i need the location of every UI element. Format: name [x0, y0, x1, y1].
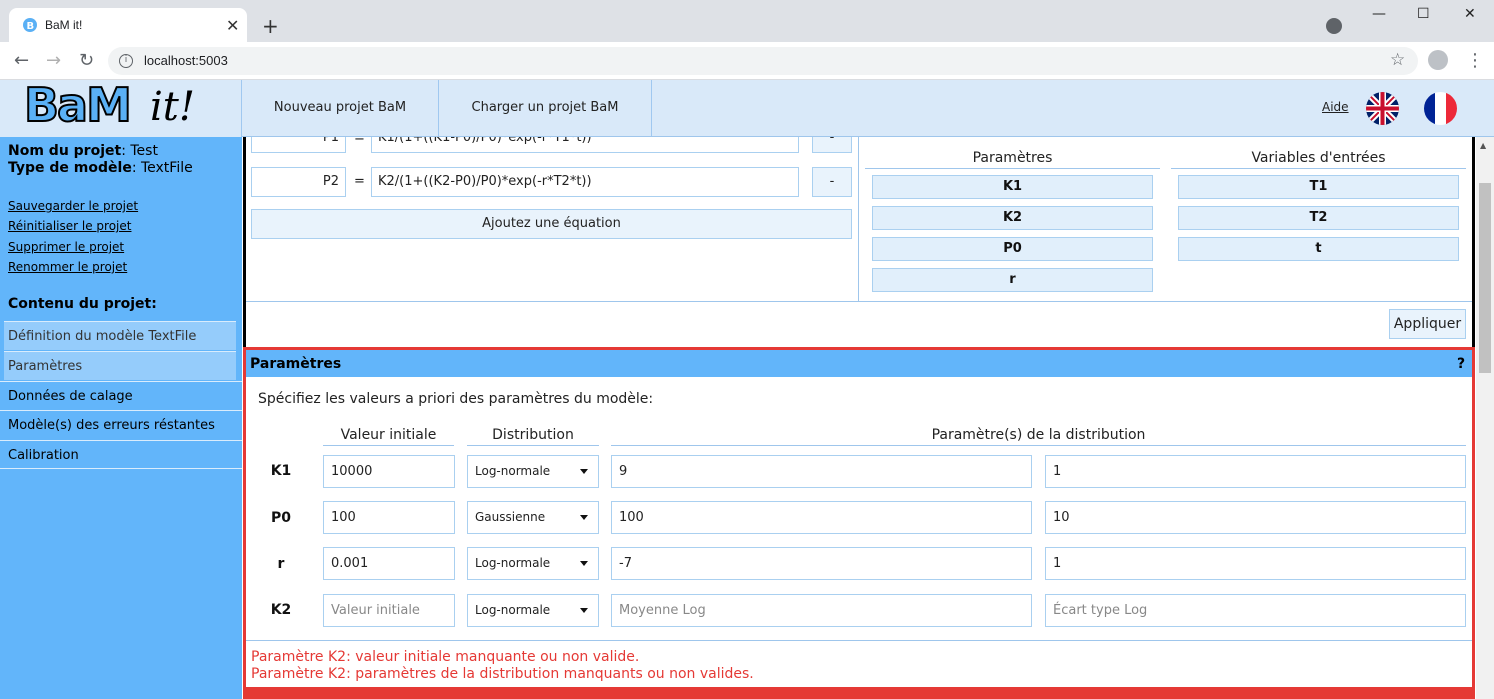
back-icon[interactable]: ← — [14, 50, 29, 71]
section-divider — [246, 301, 1472, 302]
save-project-link[interactable]: Sauvegarder le projet — [8, 199, 138, 213]
distribution-select[interactable]: Log-normale — [467, 547, 599, 580]
next-panel-edge — [243, 690, 1475, 699]
sidebar-item-parameters[interactable]: Paramètres — [4, 351, 236, 380]
initial-value-field[interactable]: 0.001 — [323, 547, 455, 580]
delete-project-link[interactable]: Supprimer le projet — [8, 240, 124, 254]
fr-flag-top-icon[interactable] — [1424, 92, 1457, 125]
tab-title: BaM it! — [45, 18, 83, 32]
equation-name-field[interactable]: P2 — [251, 167, 346, 197]
model-type: Type de modèle: TextFile — [8, 160, 193, 176]
parameters-panel-title: Paramètres — [250, 356, 342, 372]
param-name: P0 — [270, 510, 291, 526]
initial-value-field[interactable]: 100 — [323, 501, 455, 534]
sidebar-item-model-definition[interactable]: Définition du modèle TextFile — [4, 321, 236, 350]
dist-param2-field[interactable]: Écart type Log — [1045, 594, 1466, 627]
dist-param2-field[interactable]: 1 — [1045, 455, 1466, 488]
error-message: Paramètre K2: valeur initiale manquante … — [251, 649, 640, 665]
equals-sign: = — [354, 174, 365, 189]
bookmark-star-icon[interactable]: ☆ — [1390, 50, 1405, 70]
initial-value-field[interactable]: 10000 — [323, 455, 455, 488]
initial-value-field[interactable]: Valeur initiale — [323, 594, 455, 627]
scroll-up-icon[interactable]: ▲ — [1480, 141, 1486, 150]
menu-kebab-icon[interactable]: ⋮ — [1466, 50, 1484, 71]
sidebar-item-calibration-data[interactable]: Données de calage — [0, 381, 242, 410]
remove-equation-button[interactable]: - — [812, 167, 852, 197]
reset-project-link[interactable]: Réinitialiser le projet — [8, 219, 131, 233]
input-chip: t — [1178, 237, 1459, 261]
dropdown-caret-icon — [580, 515, 588, 520]
param-chip: P0 — [872, 237, 1153, 261]
sidebar-item-error-models[interactable]: Modèle(s) des erreurs réstantes — [0, 410, 242, 439]
dropdown-caret-icon — [580, 561, 588, 566]
dropdown-caret-icon — [580, 608, 588, 613]
svg-text:B: B — [27, 21, 35, 32]
address-bar[interactable] — [108, 47, 1418, 75]
new-tab-icon[interactable]: + — [262, 16, 279, 36]
param-name: r — [277, 556, 285, 572]
param-name: K1 — [270, 463, 292, 479]
dist-param2-field[interactable]: 10 — [1045, 501, 1466, 534]
column-divider — [858, 137, 859, 301]
dist-param1-field[interactable]: 9 — [611, 455, 1032, 488]
forward-icon[interactable]: → — [46, 50, 61, 71]
equation-expression-field[interactable]: K2/(1+((K2-P0)/P0)*exp(-r*T2*t)) — [371, 167, 799, 197]
error-divider — [246, 640, 1472, 641]
logo-bam: BaM — [23, 77, 133, 133]
info-icon[interactable]: i — [119, 54, 133, 68]
dist-param2-field[interactable]: 1 — [1045, 547, 1466, 580]
nav-load-project-top[interactable]: Charger un projet BaM — [439, 80, 652, 136]
distribution-header: Distribution — [467, 427, 599, 446]
param-name: K2 — [270, 602, 292, 618]
initial-value-header: Valeur initiale — [323, 427, 454, 446]
input-chip: T1 — [1178, 175, 1459, 199]
apply-button[interactable]: Appliquer — [1389, 309, 1466, 339]
nav-new-project-top[interactable]: Nouveau projet BaM — [242, 80, 439, 136]
project-name: Nom du projet: Test — [8, 143, 158, 159]
rename-project-link[interactable]: Renommer le projet — [8, 260, 127, 274]
error-message: Paramètre K2: paramètres de la distribut… — [251, 666, 754, 682]
parameters-instructions: Spécifiez les valeurs a priori des param… — [258, 391, 654, 407]
account-icon[interactable] — [1428, 50, 1448, 70]
distribution-select[interactable]: Log-normale — [467, 594, 599, 627]
distribution-params-header: Paramètre(s) de la distribution — [611, 427, 1466, 446]
add-equation-button[interactable]: Ajoutez une équation — [251, 209, 852, 239]
inputs-column-title: Variables d'entrées — [1171, 150, 1466, 169]
param-chip: r — [872, 268, 1153, 292]
dropdown-caret-icon — [580, 469, 588, 474]
dist-param1-field[interactable]: -7 — [611, 547, 1032, 580]
distribution-select[interactable]: Log-normale — [467, 455, 599, 488]
window-close-icon[interactable]: ✕ — [1464, 6, 1476, 22]
reload-icon[interactable]: ↻ — [79, 50, 94, 71]
project-content-heading: Contenu du projet: — [8, 296, 157, 312]
distribution-select[interactable]: Gaussienne — [467, 501, 599, 534]
scrollbar-thumb[interactable] — [1479, 183, 1491, 373]
url-text: localhost:5003 — [144, 53, 228, 68]
dist-param1-field[interactable]: 100 — [611, 501, 1032, 534]
sidebar-item-calibration[interactable]: Calibration — [0, 440, 242, 469]
help-icon[interactable]: ? — [1457, 356, 1465, 372]
dist-param1-field[interactable]: Moyenne Log — [611, 594, 1032, 627]
help-link-top[interactable]: Aide — [1322, 100, 1349, 114]
bam-favicon-icon: B — [22, 17, 38, 33]
uk-flag-top-icon[interactable] — [1366, 92, 1399, 125]
parameters-panel-header — [246, 350, 1472, 377]
param-chip: K2 — [872, 206, 1153, 230]
input-chip: T2 — [1178, 206, 1459, 230]
parameters-column-title: Paramètres — [865, 150, 1160, 169]
maximize-icon[interactable]: ☐ — [1417, 6, 1430, 22]
param-chip: K1 — [872, 175, 1153, 199]
profile-dropdown-icon[interactable] — [1326, 18, 1342, 34]
minimize-icon[interactable]: — — [1372, 6, 1386, 22]
tab-close-icon[interactable]: ✕ — [226, 16, 239, 35]
logo-it: it! — [150, 84, 195, 130]
